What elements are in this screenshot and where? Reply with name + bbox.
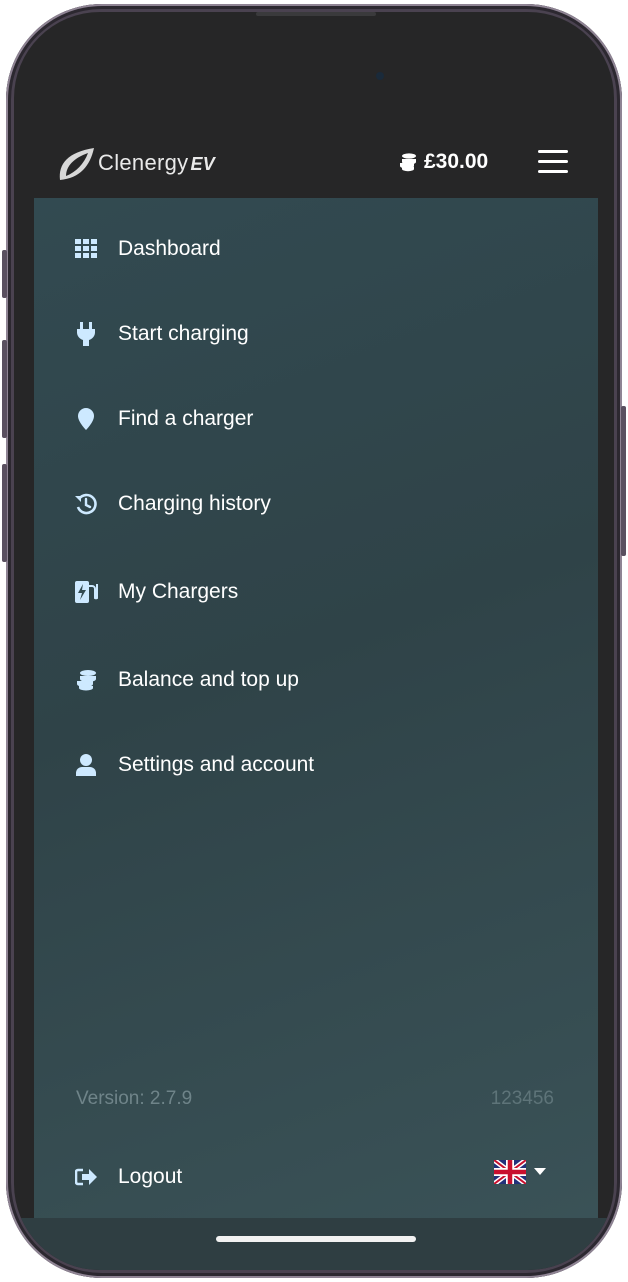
nav-item-dashboard[interactable]: Dashboard bbox=[74, 229, 221, 269]
history-icon bbox=[74, 492, 98, 516]
nav-label: Charging history bbox=[118, 492, 271, 515]
side-button bbox=[2, 250, 7, 298]
caret-down-icon bbox=[534, 1168, 546, 1175]
home-indicator[interactable] bbox=[216, 1236, 416, 1242]
nav-item-find-a-charger[interactable]: Find a charger bbox=[74, 399, 253, 439]
side-button bbox=[621, 406, 626, 556]
app-version: Version: 2.7.9 bbox=[76, 1088, 193, 1109]
coins-icon bbox=[74, 668, 98, 692]
logout-icon bbox=[74, 1165, 98, 1189]
language-selector[interactable] bbox=[494, 1160, 546, 1184]
coins-icon bbox=[400, 153, 416, 172]
brand-logo[interactable]: Clenergy EV bbox=[54, 138, 234, 182]
side-button bbox=[2, 464, 7, 562]
bottom-bar bbox=[14, 1218, 614, 1270]
nav-item-charging-history[interactable]: Charging history bbox=[74, 484, 271, 524]
nav-label: Start charging bbox=[118, 322, 249, 345]
uk-flag-icon bbox=[494, 1160, 526, 1184]
navigation-drawer: Dashboard Start charging Find a charger bbox=[34, 198, 598, 1218]
plug-icon bbox=[74, 322, 98, 346]
app-header: Clenergy EV £30.00 bbox=[14, 122, 614, 200]
menu-line bbox=[538, 150, 568, 153]
grid-icon bbox=[74, 237, 98, 261]
nav-item-my-chargers[interactable]: My Chargers bbox=[74, 572, 238, 612]
nav-item-balance-and-top-up[interactable]: Balance and top up bbox=[74, 660, 299, 700]
nav-label: My Chargers bbox=[118, 580, 239, 603]
account-id: 123456 bbox=[490, 1088, 554, 1109]
brand-main: Clenergy bbox=[98, 150, 189, 175]
nav-item-start-charging[interactable]: Start charging bbox=[74, 314, 249, 354]
side-button bbox=[2, 340, 7, 438]
speaker-slot bbox=[256, 12, 376, 16]
screen: Clenergy EV £30.00 Dashboard Start charg… bbox=[14, 12, 614, 1270]
brand-suffix: EV bbox=[190, 154, 216, 174]
menu-line bbox=[538, 160, 568, 163]
leaf-logo-icon bbox=[59, 148, 94, 180]
charger-station-icon bbox=[74, 580, 98, 604]
user-icon bbox=[74, 753, 98, 777]
nav-label: Settings and account bbox=[118, 753, 315, 776]
nav-item-settings-and-account[interactable]: Settings and account bbox=[74, 745, 314, 785]
nav-label: Find a charger bbox=[118, 407, 254, 430]
nav-label: Balance and top up bbox=[118, 668, 299, 691]
hamburger-menu-button[interactable] bbox=[538, 150, 568, 174]
map-pin-icon bbox=[74, 407, 98, 431]
front-camera bbox=[376, 72, 384, 80]
menu-line bbox=[538, 170, 568, 173]
nav-label: Dashboard bbox=[118, 237, 221, 260]
logout-label: Logout bbox=[118, 1165, 183, 1188]
balance-amount: £30.00 bbox=[424, 150, 489, 173]
logout-button[interactable]: Logout bbox=[74, 1158, 182, 1196]
brand-name: Clenergy EV bbox=[98, 150, 215, 176]
balance-display[interactable]: £30.00 bbox=[398, 150, 488, 174]
